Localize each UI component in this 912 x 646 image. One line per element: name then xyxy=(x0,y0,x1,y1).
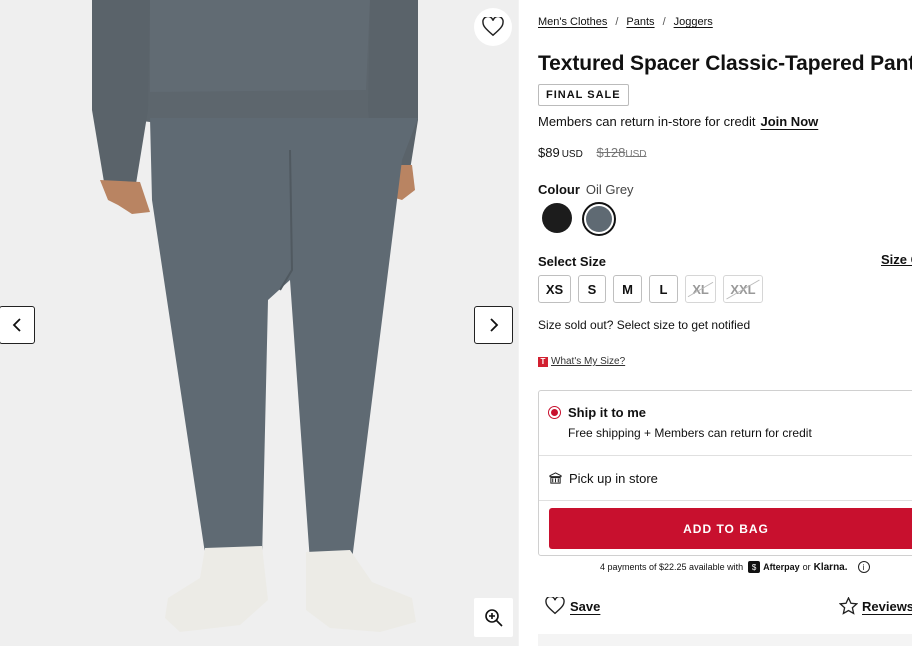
star-icon xyxy=(839,597,858,615)
product-image-gallery xyxy=(0,0,518,646)
reviews-link[interactable]: Reviews xyxy=(839,597,912,615)
original-price: $128USD xyxy=(596,145,647,160)
size-options: XS S M L XL XXL xyxy=(538,275,763,303)
whats-my-size-link[interactable]: What's My Size? xyxy=(551,356,625,367)
save-button[interactable]: Save xyxy=(545,597,600,615)
price: $89 USD $128USD xyxy=(538,145,647,160)
heart-icon xyxy=(545,597,565,615)
add-to-bag-button[interactable]: ADD TO BAG xyxy=(549,508,912,549)
save-label: Save xyxy=(570,598,601,614)
members-text: Members can return in-store for credit xyxy=(538,114,756,129)
divider xyxy=(539,455,912,456)
product-details-panel: Men's Clothes / Pants / Joggers Textured… xyxy=(538,0,912,646)
section-divider xyxy=(538,634,912,646)
heart-icon xyxy=(482,17,504,37)
final-sale-badge: FINAL SALE xyxy=(538,84,629,106)
next-image-button[interactable] xyxy=(474,306,513,344)
wishlist-heart-button[interactable] xyxy=(474,8,512,46)
size-option-l[interactable]: L xyxy=(649,275,678,303)
selected-colour-name: Oil Grey xyxy=(585,182,634,197)
divider xyxy=(539,500,912,501)
chevron-left-icon xyxy=(12,318,21,332)
colour-heading: Colour xyxy=(538,182,580,197)
pick-up-label: Pick up in store xyxy=(569,471,658,486)
info-icon[interactable]: i xyxy=(857,561,870,573)
breadcrumb-separator: / xyxy=(615,16,619,28)
product-photo xyxy=(0,0,518,646)
installment-payments: 4 payments of $22.25 available with $ Af… xyxy=(600,561,870,573)
join-now-link[interactable]: Join Now xyxy=(760,114,818,129)
breadcrumb-pants[interactable]: Pants xyxy=(626,16,654,28)
select-size-label: Select Size xyxy=(538,254,606,269)
breadcrumb-joggers[interactable]: Joggers xyxy=(674,16,713,28)
size-option-xs[interactable]: XS xyxy=(538,275,571,303)
breadcrumb-separator: / xyxy=(662,16,666,28)
klarna-label: Klarna. xyxy=(813,561,848,573)
store-icon xyxy=(549,472,562,484)
colour-swatch-oil-grey[interactable] xyxy=(582,202,616,236)
installments-text: 4 payments of $22.25 available with xyxy=(600,562,744,572)
size-option-m[interactable]: M xyxy=(613,275,642,303)
price-currency: USD xyxy=(561,149,583,160)
sale-price: $89 xyxy=(538,145,560,160)
colour-label: Colour Oil Grey xyxy=(538,182,634,197)
colour-swatch-black[interactable] xyxy=(542,203,572,233)
breadcrumb: Men's Clothes / Pants / Joggers xyxy=(538,16,713,28)
fulfillment-options: Ship it to me Free shipping + Members ca… xyxy=(538,390,912,556)
whats-my-size: T What's My Size? xyxy=(538,356,625,367)
size-option-s[interactable]: S xyxy=(578,275,606,303)
zoom-in-icon xyxy=(484,608,503,627)
radio-selected-icon[interactable] xyxy=(548,406,561,419)
size-option-xl[interactable]: XL xyxy=(685,275,716,303)
size-sold-out-text: Size sold out? Select size to get notifi… xyxy=(538,318,751,332)
previous-image-button[interactable] xyxy=(0,306,35,344)
pick-up-in-store-option[interactable]: Pick up in store xyxy=(549,471,658,486)
ship-it-to-me-label: Ship it to me xyxy=(568,405,646,420)
reviews-label: Reviews xyxy=(862,598,912,614)
swatch-fill xyxy=(586,206,612,232)
true-fit-icon: T xyxy=(538,356,548,367)
afterpay-icon: $ xyxy=(748,561,761,573)
chevron-right-icon xyxy=(489,318,498,332)
afterpay-label: Afterpay xyxy=(763,562,800,572)
product-title: Textured Spacer Classic-Tapered Pant xyxy=(538,52,912,75)
divider xyxy=(518,0,519,646)
size-option-xxl[interactable]: XXL xyxy=(723,275,763,303)
ship-subtext: Free shipping + Members can return for c… xyxy=(568,426,812,440)
members-return-text: Members can return in-store for credit Jo… xyxy=(538,114,818,129)
zoom-button[interactable] xyxy=(474,598,513,637)
or-text: or xyxy=(802,562,811,572)
size-guide-link[interactable]: Size Guide xyxy=(881,252,912,267)
breadcrumb-mens-clothes[interactable]: Men's Clothes xyxy=(538,16,607,28)
